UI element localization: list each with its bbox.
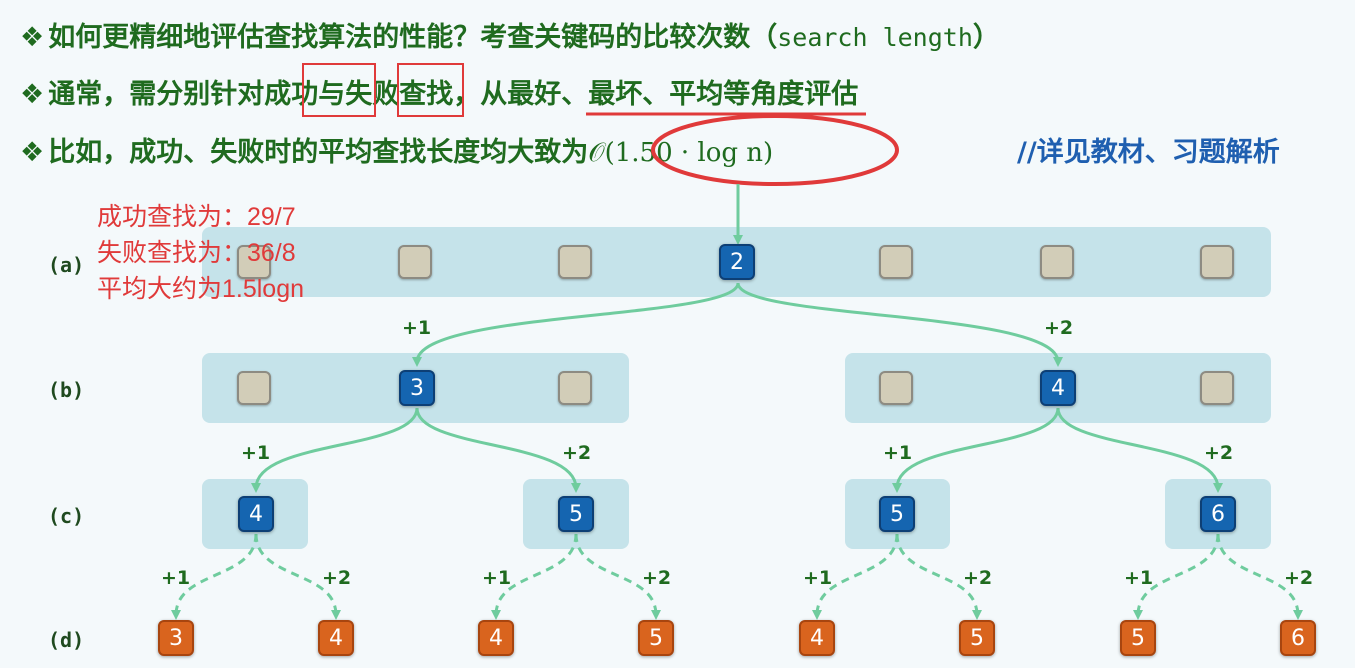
leaf-d-2: 4 (318, 620, 354, 656)
placeholder-key (1200, 245, 1234, 279)
increment-label: +1 (803, 567, 833, 589)
placeholder-key (558, 245, 592, 279)
increment-label: +1 (883, 442, 913, 464)
placeholder-key (237, 371, 271, 405)
leaf-d-4: 5 (638, 620, 674, 656)
increment-label: +2 (963, 567, 993, 589)
increment-label: +1 (161, 567, 191, 589)
node-c-4: 6 (1200, 496, 1236, 532)
row-label-b: (b) (48, 378, 85, 402)
placeholder-key (398, 245, 432, 279)
row-label-d: (d) (48, 628, 85, 652)
placeholder-key (558, 371, 592, 405)
placeholder-key (879, 371, 913, 405)
node-c-3: 5 (879, 496, 915, 532)
annotation-fail: 失败查找为：36/8 (97, 239, 296, 267)
leaf-d-8: 6 (1280, 620, 1316, 656)
placeholder-key (1040, 245, 1074, 279)
placeholder-key (1200, 371, 1234, 405)
row-label-c: (c) (48, 504, 85, 528)
node-c-2: 5 (558, 496, 594, 532)
leaf-d-6: 5 (959, 620, 995, 656)
node-b-left: 3 (399, 370, 435, 406)
increment-label: +2 (322, 567, 352, 589)
node-root: 2 (719, 244, 755, 280)
increment-label: +2 (1204, 442, 1234, 464)
increment-label: +1 (402, 317, 432, 339)
increment-label: +1 (482, 567, 512, 589)
increment-label: +1 (241, 442, 271, 464)
increment-label: +2 (1044, 317, 1074, 339)
leaf-d-7: 5 (1120, 620, 1156, 656)
formula-ellipse (651, 114, 899, 186)
node-c-1: 4 (238, 496, 274, 532)
increment-label: +2 (1284, 567, 1314, 589)
increment-label: +2 (562, 442, 592, 464)
row-label-a: (a) (48, 253, 85, 277)
annotation-success: 成功查找为：29/7 (97, 203, 296, 231)
leaf-d-1: 3 (158, 620, 194, 656)
placeholder-key (879, 245, 913, 279)
increment-label: +1 (1124, 567, 1154, 589)
leaf-d-3: 4 (478, 620, 514, 656)
node-b-right: 4 (1040, 370, 1076, 406)
annotation-average: 平均大约为1.5logn (97, 275, 305, 303)
increment-label: +2 (642, 567, 672, 589)
leaf-d-5: 4 (799, 620, 835, 656)
